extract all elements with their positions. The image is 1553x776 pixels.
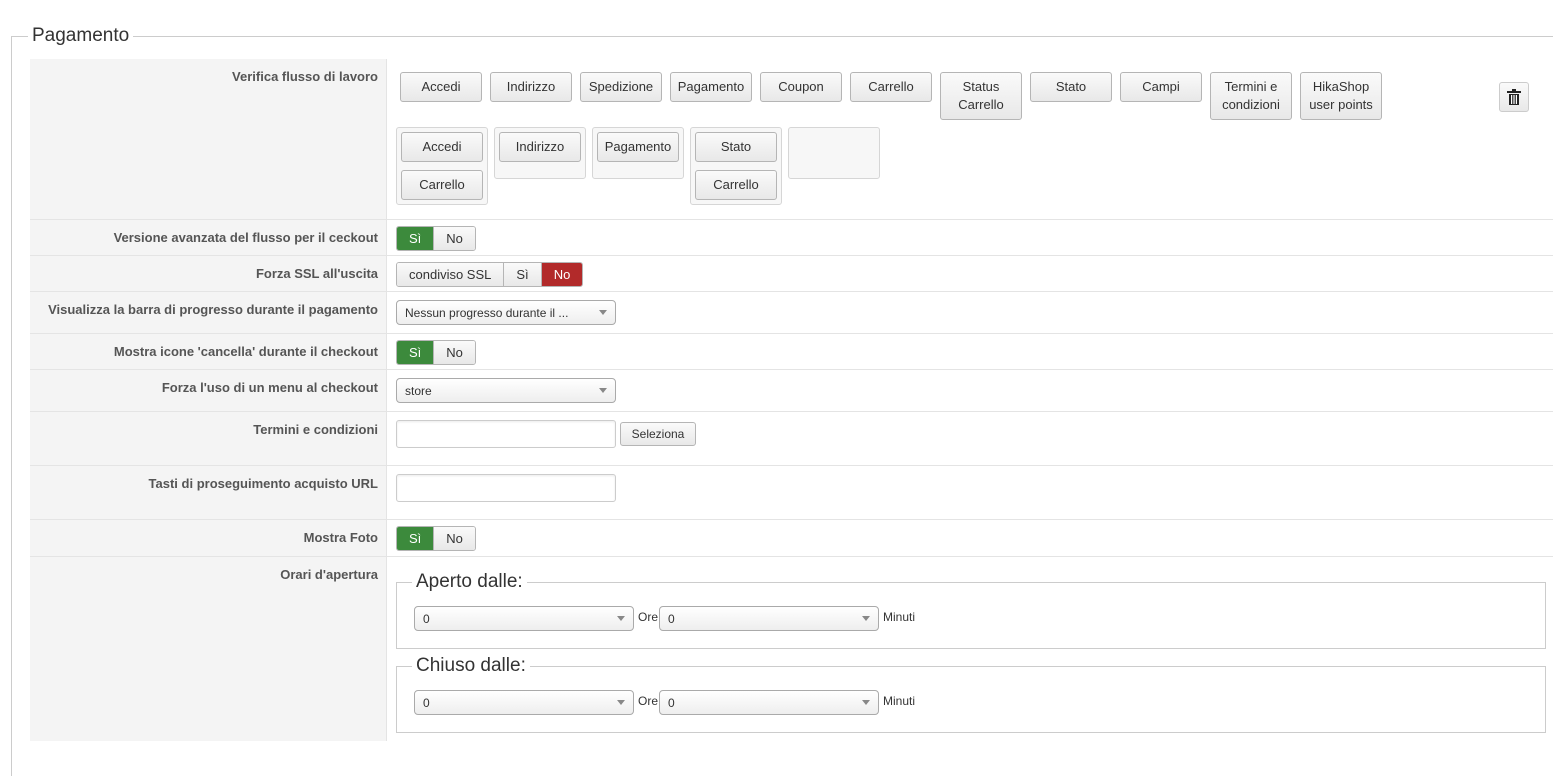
force-ssl-row: Forza SSL all'uscita condiviso SSL Sì No [30, 256, 1553, 292]
close-hours-select[interactable]: 0 [414, 690, 634, 715]
cancel-icons-row: Mostra icone 'cancella' durante il check… [30, 334, 1553, 370]
force-menu-value: store [405, 383, 432, 398]
workflow-btn-accedi[interactable]: Accedi [400, 72, 482, 102]
progress-bar-select[interactable]: Nessun progresso durante il ... [396, 300, 616, 325]
cancel-icons-label: Mostra icone 'cancella' durante il check… [30, 334, 387, 369]
cancel-icons-yes[interactable]: Sì [397, 341, 434, 364]
workflow-btn-hikashop-user-points[interactable]: HikaShop user points [1300, 72, 1382, 120]
advanced-flow-row: Versione avanzata del flusso per il ceck… [30, 220, 1553, 256]
workflow-group-btn-carrello[interactable]: Carrello [695, 170, 777, 200]
workflow-btn-campi[interactable]: Campi [1120, 72, 1202, 102]
force-ssl-toggle[interactable]: condiviso SSL Sì No [396, 262, 584, 287]
force-menu-select[interactable]: store [396, 378, 616, 403]
close-minutes-unit: Minuti [883, 694, 916, 708]
close-minutes-select[interactable]: 0 [659, 690, 879, 715]
close-from-legend: Chiuso dalle: [412, 654, 530, 678]
workflow-btn-indirizzo[interactable]: Indirizzo [490, 72, 572, 102]
workflow-btn-carrello[interactable]: Carrello [850, 72, 932, 102]
continue-url-input[interactable] [396, 474, 616, 502]
trash-icon-glyph [1507, 89, 1521, 105]
force-menu-label: Forza l'uso di un menu al checkout [30, 370, 387, 411]
close-hours-unit: Ore [638, 694, 659, 708]
force-ssl-label: Forza SSL all'uscita [30, 256, 387, 291]
open-from-legend: Aperto dalle: [412, 570, 527, 594]
workflow-group-btn-indirizzo[interactable]: Indirizzo [499, 132, 581, 162]
workflow-btn-termini-e-condizioni[interactable]: Termini e condizioni [1210, 72, 1292, 120]
show-photo-yes[interactable]: Sì [397, 527, 434, 550]
open-hours-select[interactable]: 0 [414, 606, 634, 631]
open-minutes-unit: Minuti [883, 610, 916, 624]
cancel-icons-no[interactable]: No [433, 341, 475, 364]
chevron-down-icon [617, 616, 625, 621]
cancel-icons-toggle[interactable]: Sì No [396, 340, 476, 365]
workflow-editor: Accedi Indirizzo Spedizione Pagamento Coupon… [396, 59, 1553, 219]
open-hours-value: 0 [423, 611, 430, 626]
chevron-down-icon [599, 388, 607, 393]
terms-label: Termini e condizioni [30, 412, 387, 465]
close-minutes-value: 0 [668, 695, 675, 710]
open-hours-unit: Ore [638, 610, 659, 624]
opening-hours-row: Orari d'apertura Aperto dalle: 0 Ore 0 M… [30, 557, 1553, 741]
show-photo-no[interactable]: No [433, 527, 475, 550]
continue-url-row: Tasti di proseguimento acquisto URL [30, 466, 1553, 520]
chevron-down-icon [599, 310, 607, 315]
chevron-down-icon [862, 616, 870, 621]
progress-bar-row: Visualizza la barra di progresso durante… [30, 292, 1553, 334]
workflow-btn-coupon[interactable]: Coupon [760, 72, 842, 102]
force-ssl-yes[interactable]: Sì [503, 263, 541, 286]
terms-input[interactable] [396, 420, 616, 448]
workflow-row: Verifica flusso di lavoro Accedi Indirizz… [30, 59, 1553, 220]
show-photo-toggle[interactable]: Sì No [396, 526, 476, 551]
workflow-group-5[interactable] [788, 127, 880, 179]
workflow-group-btn-stato[interactable]: Stato [695, 132, 777, 162]
select-button[interactable]: Seleziona [620, 422, 696, 446]
workflow-btn-pagamento[interactable]: Pagamento [670, 72, 752, 102]
trash-icon[interactable] [1499, 82, 1529, 112]
section-title: Pagamento [28, 24, 134, 48]
workflow-label: Verifica flusso di lavoro [30, 59, 387, 219]
opening-hours-label: Orari d'apertura [30, 557, 387, 741]
advanced-flow-label: Versione avanzata del flusso per il ceck… [30, 220, 387, 255]
close-hours-value: 0 [423, 695, 430, 710]
show-photo-label: Mostra Foto [30, 520, 387, 556]
open-minutes-value: 0 [668, 611, 675, 626]
chevron-down-icon [617, 700, 625, 705]
workflow-group-btn-carrello[interactable]: Carrello [401, 170, 483, 200]
force-ssl-no[interactable]: No [540, 263, 583, 286]
workflow-btn-stato[interactable]: Stato [1030, 72, 1112, 102]
workflow-btn-status-carrello[interactable]: Status Carrello [940, 72, 1022, 120]
show-photo-row: Mostra Foto Sì No [30, 520, 1553, 557]
workflow-btn-spedizione[interactable]: Spedizione [580, 72, 662, 102]
progress-bar-value: Nessun progresso durante il ... [405, 305, 569, 320]
progress-bar-label: Visualizza la barra di progresso durante… [30, 292, 387, 333]
advanced-flow-yes[interactable]: Sì [397, 227, 434, 250]
workflow-group-btn-pagamento[interactable]: Pagamento [597, 132, 679, 162]
advanced-flow-toggle[interactable]: Sì No [396, 226, 476, 251]
open-minutes-select[interactable]: 0 [659, 606, 879, 631]
terms-row: Termini e condizioni Seleziona [30, 412, 1553, 466]
chevron-down-icon [862, 700, 870, 705]
force-menu-row: Forza l'uso di un menu al checkout store [30, 370, 1553, 412]
advanced-flow-no[interactable]: No [433, 227, 475, 250]
force-ssl-shared[interactable]: condiviso SSL [397, 263, 504, 286]
continue-url-label: Tasti di proseguimento acquisto URL [30, 466, 387, 519]
workflow-group-btn-accedi[interactable]: Accedi [401, 132, 483, 162]
